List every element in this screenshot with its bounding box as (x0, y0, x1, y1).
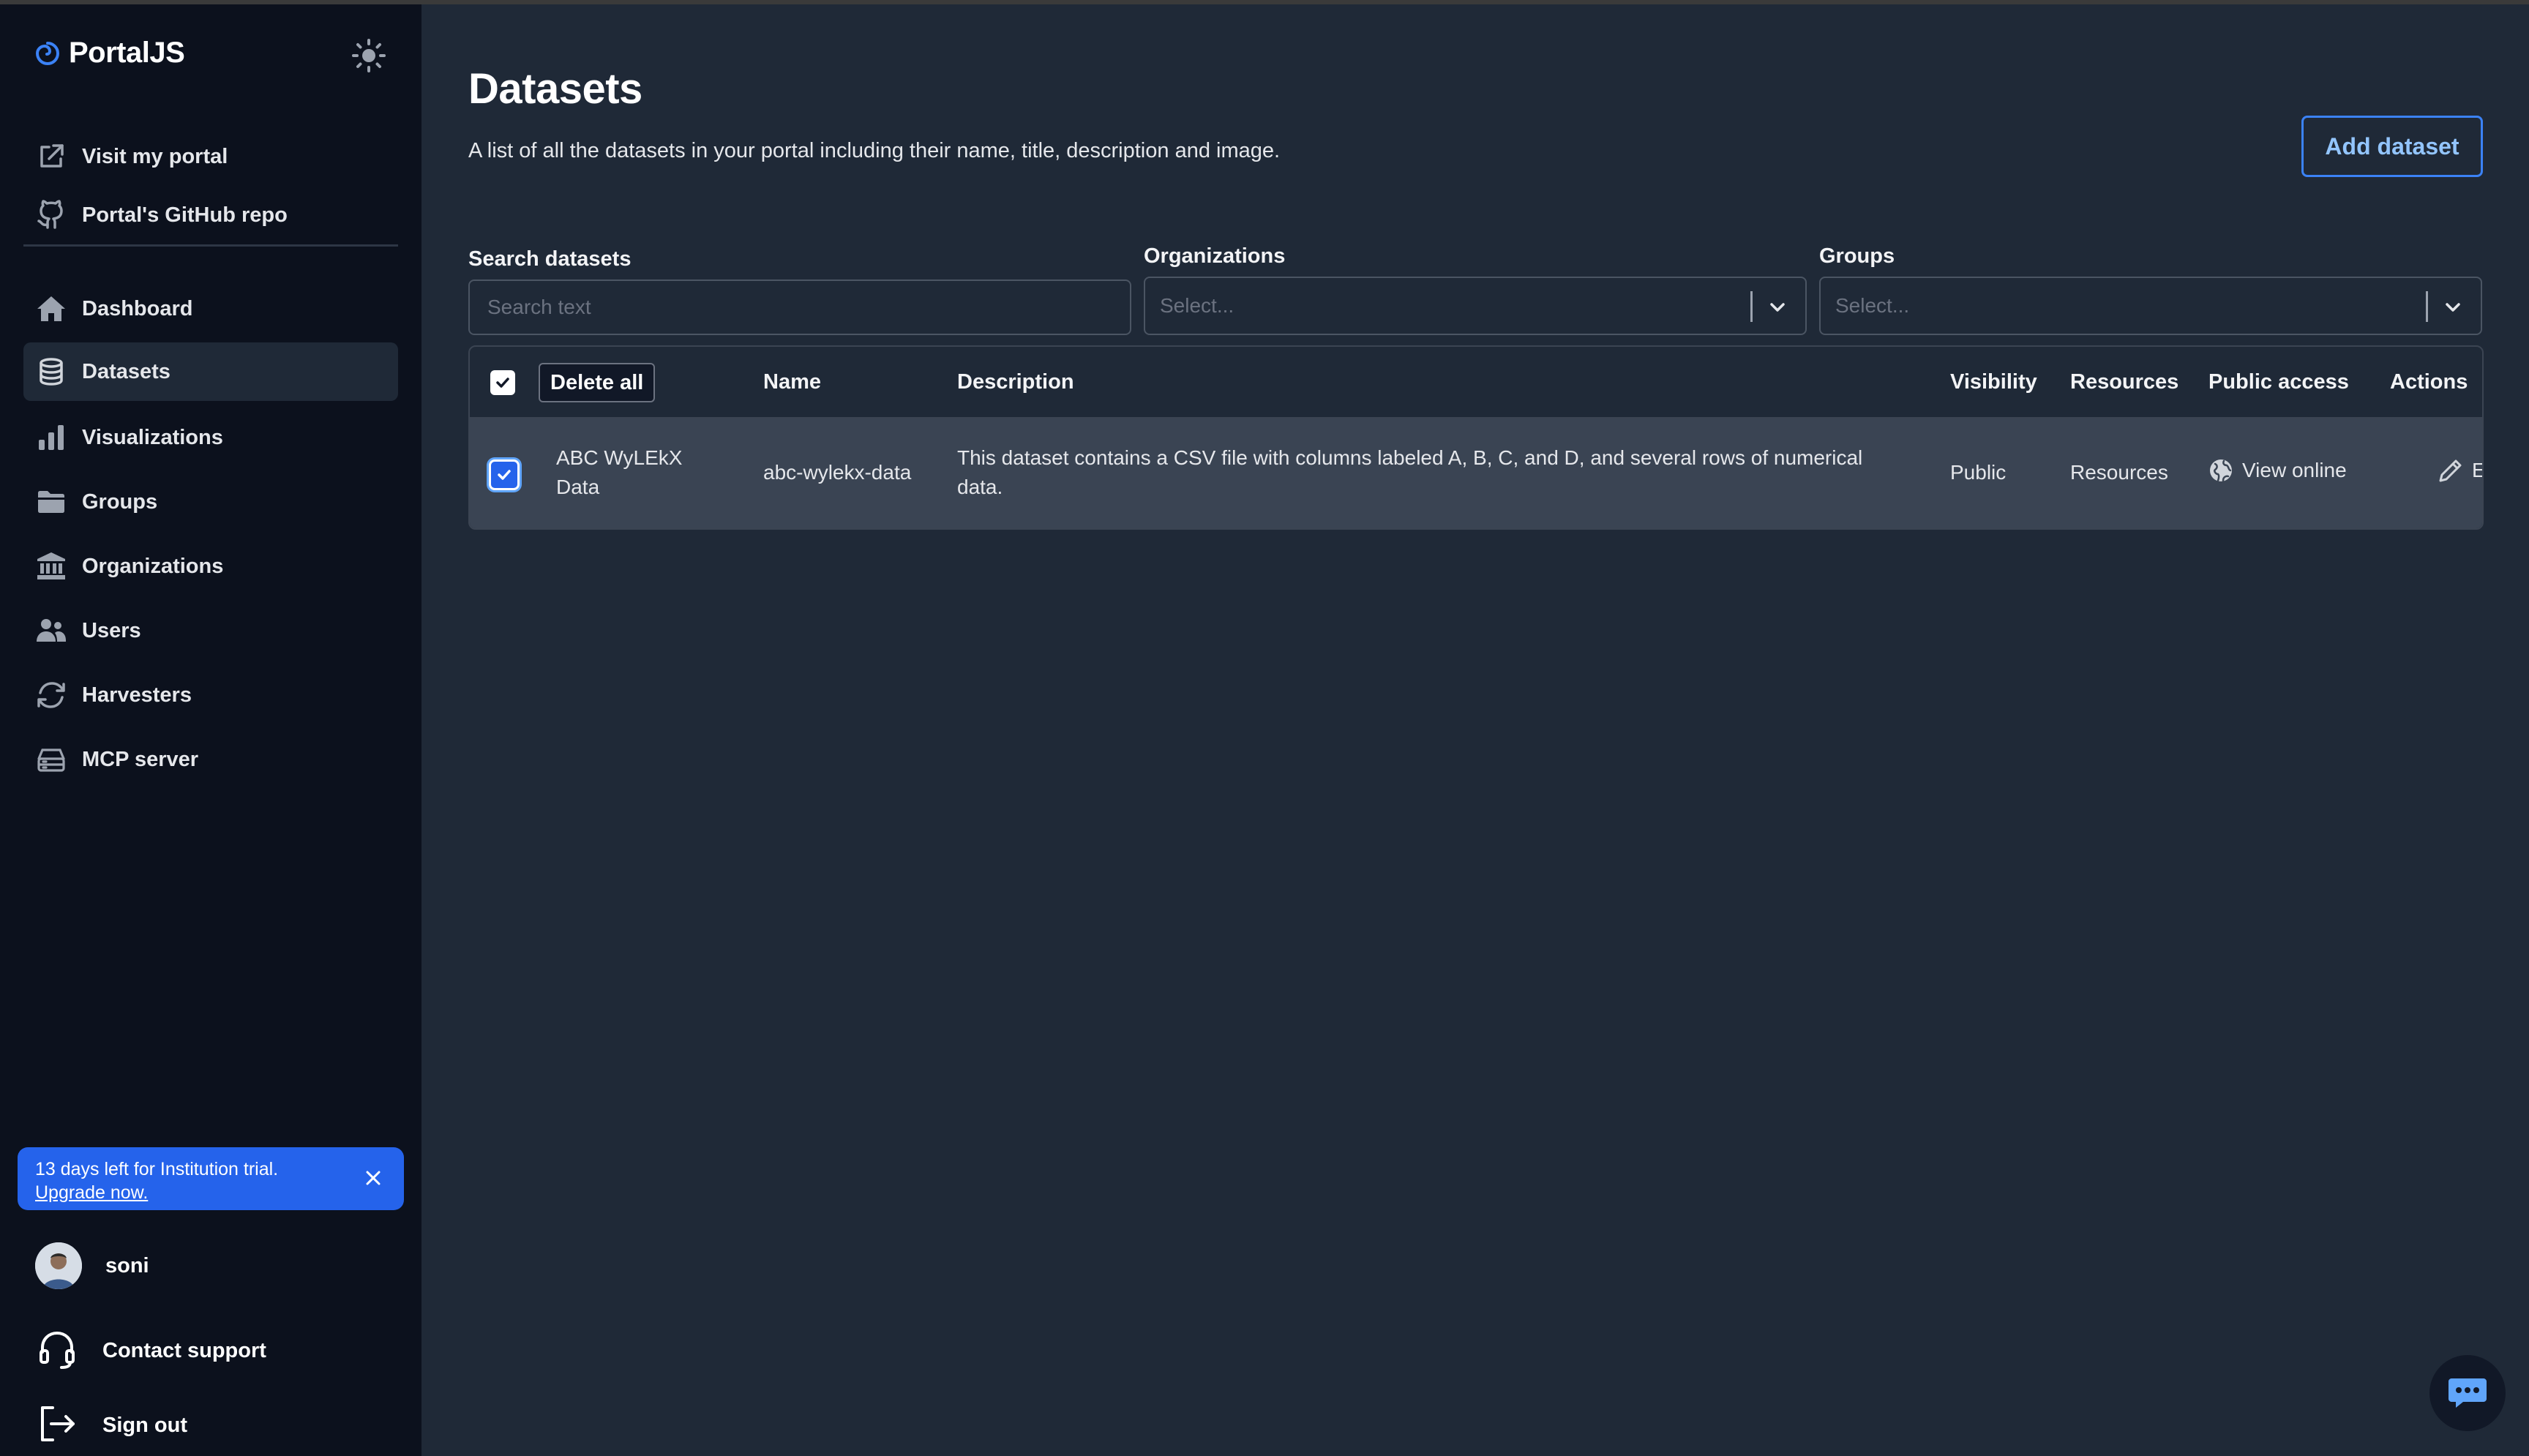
pencil-icon (2439, 459, 2462, 482)
resources-link[interactable]: Resources (2070, 458, 2168, 487)
column-header-public-access[interactable]: Public access (2208, 370, 2349, 394)
sidebar-item-visualizations[interactable]: Visualizations (23, 411, 398, 464)
sun-icon (352, 39, 386, 72)
dataset-title-line: ABC WyLEkX (556, 446, 683, 469)
dataset-title-line: Data (556, 476, 600, 498)
headset-icon (35, 1327, 79, 1375)
sign-out-link[interactable]: Sign out (35, 1402, 187, 1449)
sidebar-item-harvesters[interactable]: Harvesters (23, 669, 398, 721)
avatar (35, 1242, 82, 1289)
contact-support-label: Contact support (102, 1339, 266, 1362)
chevron-down-icon[interactable] (2437, 291, 2469, 323)
search-input[interactable] (468, 279, 1131, 335)
database-icon (35, 356, 67, 388)
portaljs-logo-icon (35, 41, 59, 65)
select-separator (1750, 291, 1753, 322)
sidebar-item-dashboard[interactable]: Dashboard (23, 282, 398, 335)
column-header-resources[interactable]: Resources (2070, 370, 2178, 394)
add-dataset-button[interactable]: Add dataset (2301, 116, 2483, 177)
sidebar-item-label: Groups (82, 489, 158, 514)
sidebar-item-label: Organizations (82, 554, 224, 578)
bar-chart-icon (35, 421, 67, 454)
description-line: data. (957, 476, 1003, 498)
sidebar-item-label: Harvesters (82, 683, 192, 707)
sidebar-item-groups[interactable]: Groups (23, 476, 398, 528)
column-header-name[interactable]: Name (763, 370, 821, 394)
description-line: This dataset contains a CSV file with co… (957, 446, 1863, 469)
app-name: PortalJS (69, 37, 185, 69)
chat-widget-button[interactable] (2429, 1355, 2506, 1431)
page-subtitle: A list of all the datasets in your porta… (468, 139, 1281, 162)
page-title: Datasets (468, 65, 642, 113)
view-online-link[interactable]: View online (2208, 458, 2347, 483)
close-icon[interactable] (361, 1166, 385, 1190)
user-name: soni (105, 1253, 149, 1277)
github-repo-link[interactable]: Portal's GitHub repo (23, 189, 398, 241)
visit-portal-label: Visit my portal (82, 144, 228, 168)
groups-select[interactable]: Select... (1819, 277, 2482, 335)
sidebar-item-label: Visualizations (82, 425, 223, 449)
sidebar-item-label: Datasets (82, 359, 171, 383)
sidebar-item-mcp-server[interactable]: MCP server (23, 733, 398, 786)
datasets-table: Delete all Name Description Visibility R… (468, 345, 2484, 530)
edit-label: Edit (2472, 459, 2482, 482)
user-profile[interactable]: soni (35, 1242, 149, 1289)
view-online-label: View online (2242, 459, 2347, 481)
contact-support-link[interactable]: Contact support (35, 1327, 266, 1375)
table-row[interactable]: ABC WyLEkX Data abc-wylekx-data This dat… (470, 417, 2482, 528)
sidebar-divider (23, 244, 398, 247)
chat-bubble-icon (2449, 1378, 2487, 1408)
column-header-actions: Actions (2390, 370, 2468, 394)
dataset-name: abc-wylekx-data (763, 461, 912, 484)
sidebar-item-label: Dashboard (82, 296, 193, 320)
select-separator (2426, 291, 2428, 322)
main-content: Datasets A list of all the datasets in y… (422, 4, 2529, 1456)
organizations-select[interactable]: Select... (1144, 277, 1807, 335)
home-icon (35, 293, 67, 325)
bank-icon (35, 550, 67, 582)
search-datasets-label: Search datasets (468, 247, 632, 271)
groups-select-placeholder: Select... (1835, 294, 1910, 317)
dataset-description: This dataset contains a CSV file with co… (957, 443, 1930, 502)
sign-out-label: Sign out (102, 1414, 187, 1437)
groups-label: Groups (1819, 244, 1895, 268)
organizations-label: Organizations (1144, 244, 1286, 268)
upgrade-link[interactable]: Upgrade now. (35, 1181, 386, 1204)
table-header: Delete all Name Description Visibility R… (470, 347, 2482, 417)
sidebar: PortalJS Visit my portal Portal's GitHub (0, 4, 422, 1456)
trial-text: 13 days left for Institution trial. (35, 1159, 279, 1179)
globe-icon (2210, 459, 2232, 482)
folder-icon (35, 486, 67, 518)
select-all-checkbox[interactable] (490, 370, 515, 395)
organizations-select-placeholder: Select... (1160, 294, 1234, 317)
users-icon (35, 615, 67, 647)
chevron-down-icon[interactable] (1761, 291, 1794, 323)
sidebar-item-label: Users (82, 618, 141, 642)
column-header-description[interactable]: Description (957, 370, 1074, 394)
external-link-icon (35, 140, 67, 173)
column-header-visibility[interactable]: Visibility (1950, 370, 2037, 394)
dataset-visibility: Public (1950, 461, 2007, 484)
refresh-icon (35, 679, 67, 711)
trial-banner: 13 days left for Institution trial. Upgr… (18, 1147, 404, 1210)
github-icon (35, 199, 67, 231)
app-logo[interactable]: PortalJS (35, 37, 185, 70)
delete-all-button[interactable]: Delete all (539, 363, 656, 402)
dataset-title: ABC WyLEkX Data (556, 443, 682, 502)
sidebar-item-datasets[interactable]: Datasets (23, 342, 398, 401)
row-checkbox[interactable] (489, 459, 520, 490)
theme-toggle-button[interactable] (347, 34, 391, 78)
sidebar-item-users[interactable]: Users (23, 604, 398, 657)
sidebar-item-organizations[interactable]: Organizations (23, 540, 398, 593)
edit-button[interactable]: Edit (2438, 458, 2482, 483)
github-repo-label: Portal's GitHub repo (82, 203, 288, 227)
logout-icon (35, 1402, 79, 1449)
server-icon (35, 743, 67, 776)
visit-portal-link[interactable]: Visit my portal (23, 130, 398, 183)
sidebar-item-label: MCP server (82, 747, 199, 771)
